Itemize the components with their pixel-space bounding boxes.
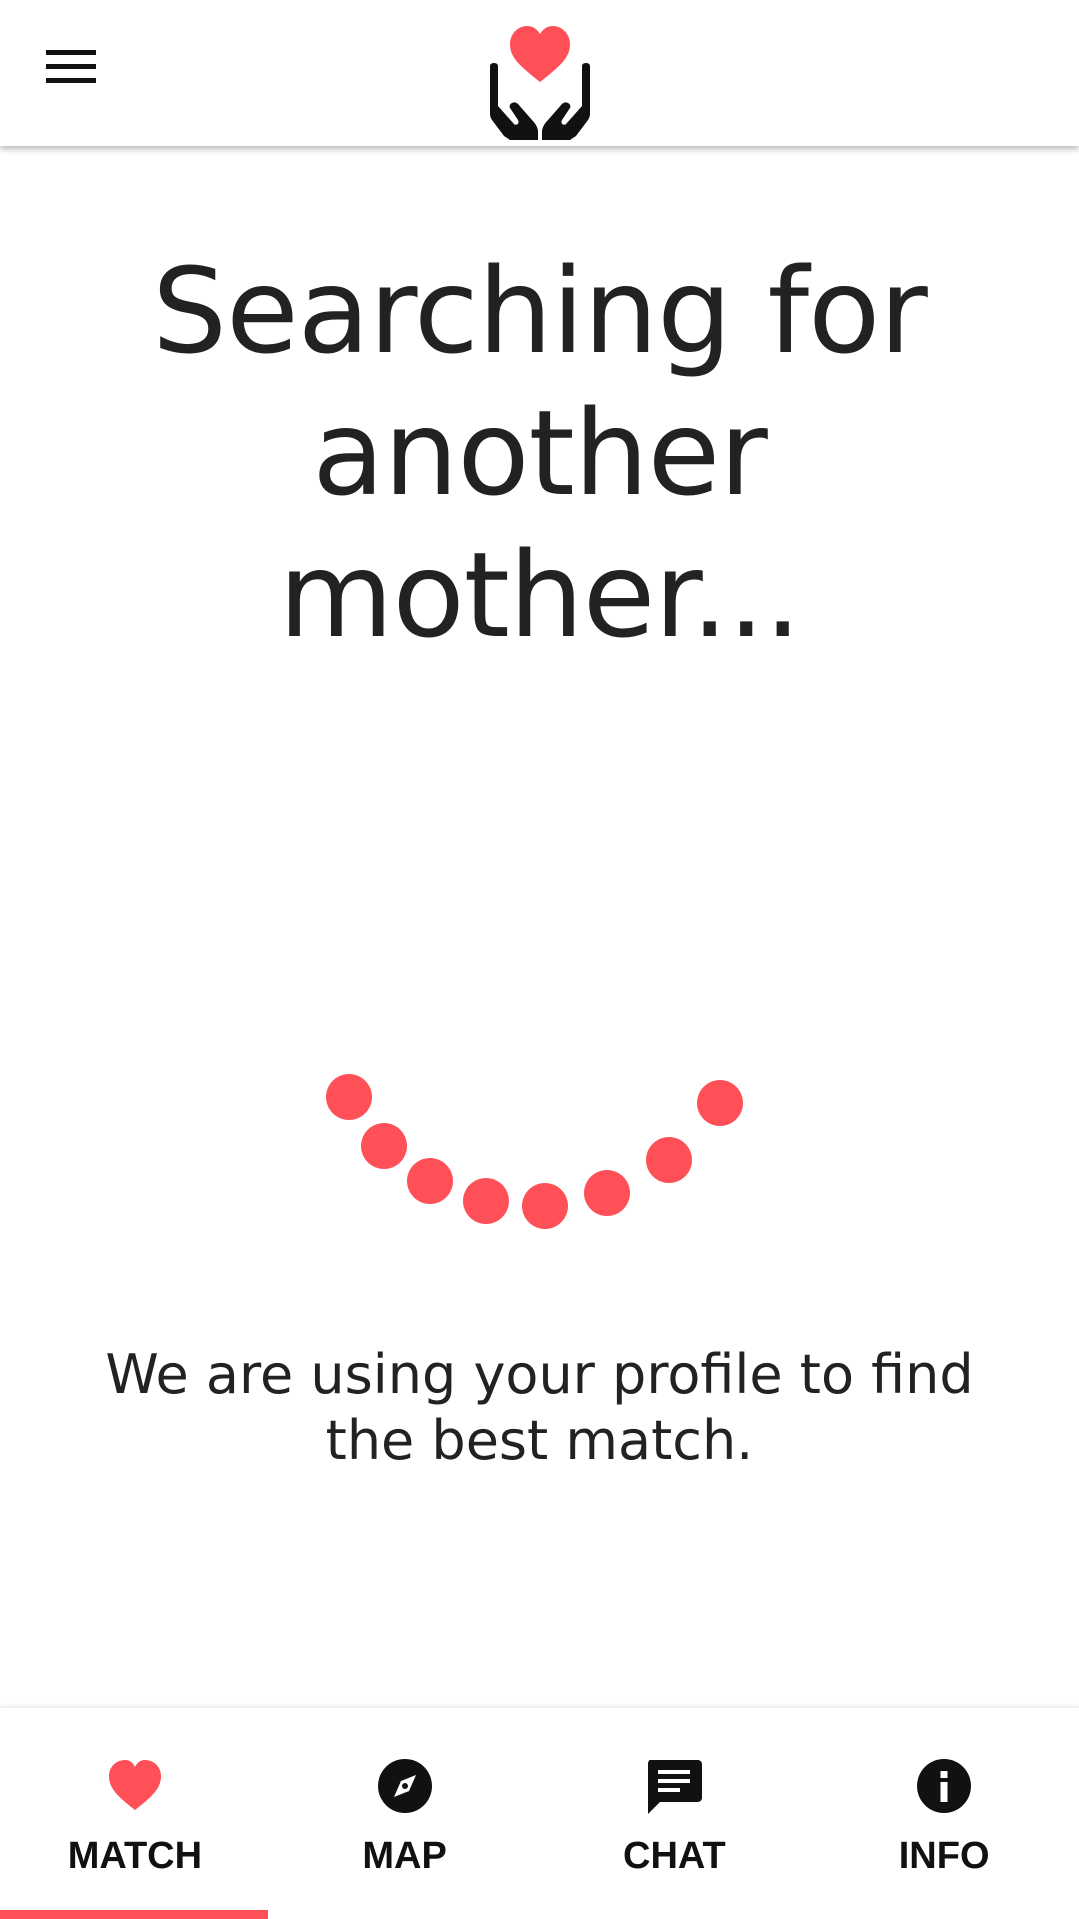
- app-logo: [480, 20, 600, 142]
- spinner-dot: [407, 1158, 453, 1204]
- active-tab-indicator: [0, 1910, 268, 1919]
- status-message: We are using your profile to find the be…: [105, 1343, 974, 1472]
- spinner-dot: [361, 1123, 407, 1169]
- hamburger-menu-icon: [46, 50, 96, 83]
- spinner-dot: [697, 1080, 743, 1126]
- loading-spinner: [0, 1060, 1079, 1240]
- heart-in-hands-logo-icon: [490, 26, 590, 140]
- dotted-arc-spinner-icon: [326, 1074, 743, 1229]
- page-title: Searching for another mother...: [152, 242, 928, 664]
- spinner-dot: [584, 1170, 630, 1216]
- spinner-dot: [326, 1074, 372, 1120]
- heart-icon: [105, 1756, 165, 1816]
- nav-item-chat[interactable]: CHAT: [540, 1708, 810, 1919]
- nav-label-match: MATCH: [67, 1835, 203, 1877]
- bottom-navigation: MATCH MAP CHAT INFO: [0, 1707, 1079, 1919]
- info-icon: [914, 1756, 974, 1816]
- hamburger-menu-button[interactable]: [46, 50, 112, 100]
- nav-item-map[interactable]: MAP: [270, 1708, 540, 1919]
- top-app-bar: [0, 0, 1079, 146]
- app-screen: Searching for another mother... We are u…: [0, 0, 1079, 1919]
- nav-item-info[interactable]: INFO: [809, 1708, 1079, 1919]
- nav-label-map: MAP: [362, 1835, 447, 1877]
- nav-label-chat: CHAT: [623, 1835, 726, 1877]
- nav-item-match[interactable]: MATCH: [0, 1708, 270, 1919]
- chat-bubble-icon: [644, 1756, 704, 1816]
- spinner-dot: [463, 1178, 509, 1224]
- spinner-dot: [646, 1137, 692, 1183]
- compass-icon: [375, 1756, 435, 1816]
- nav-label-info: INFO: [898, 1835, 990, 1877]
- spinner-dot: [522, 1183, 568, 1229]
